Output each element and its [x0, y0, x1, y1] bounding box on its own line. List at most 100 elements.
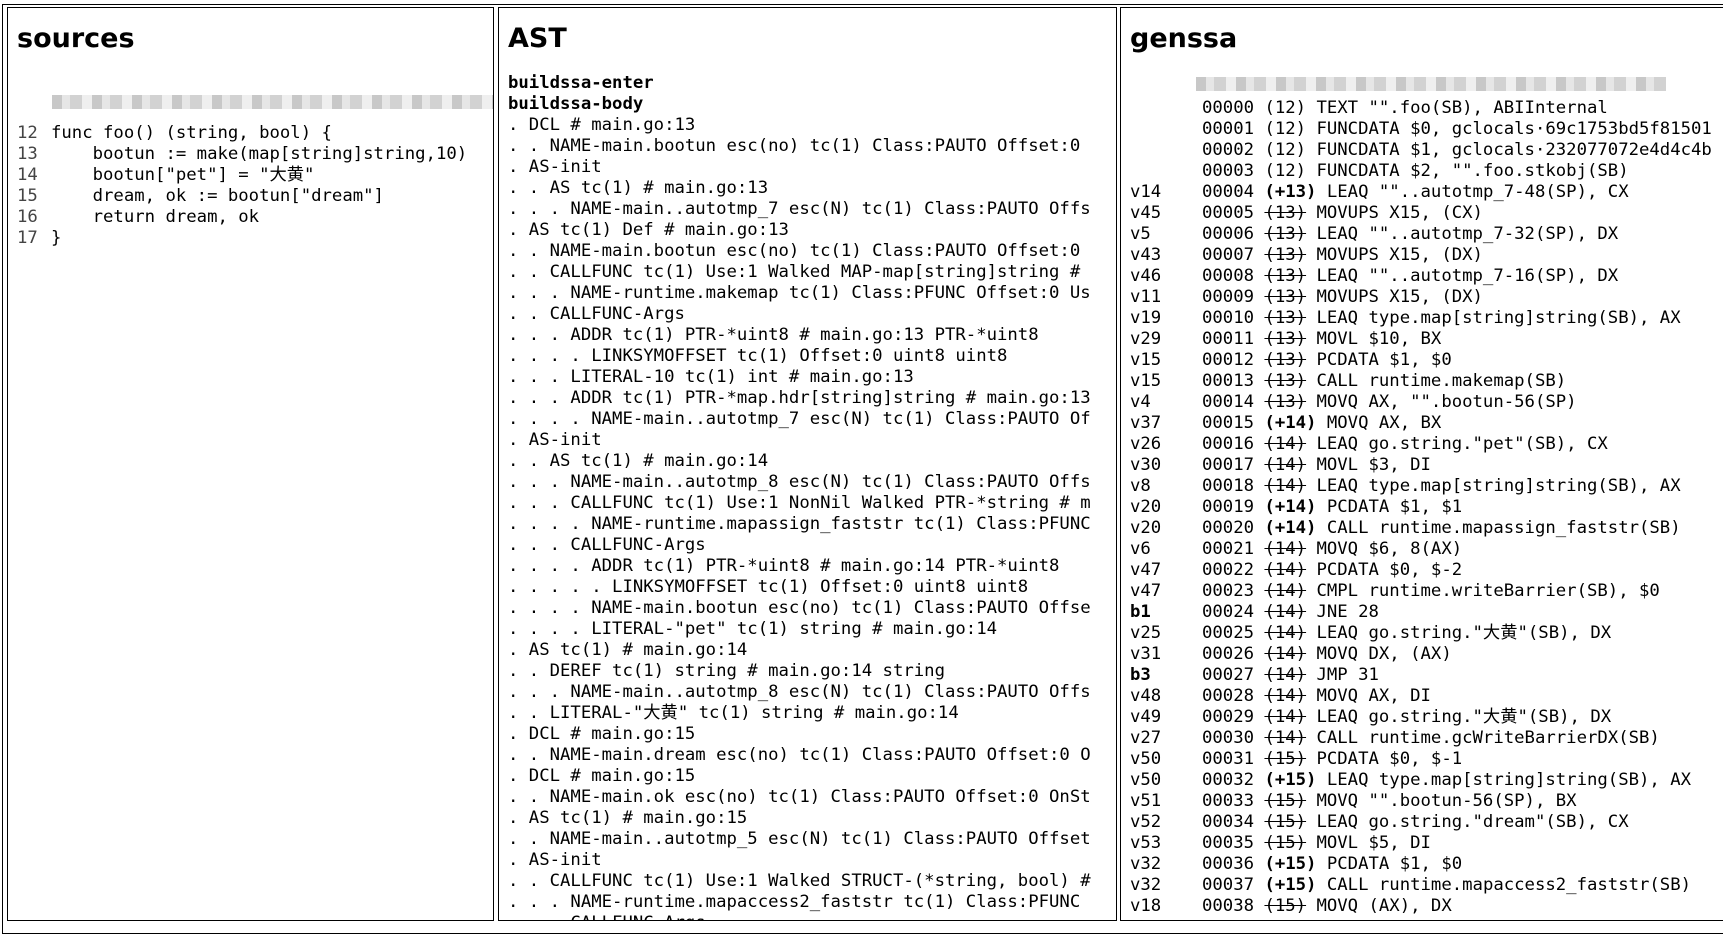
position-number: (14) — [1264, 476, 1307, 496]
instruction-address: 00027 — [1202, 665, 1255, 685]
instruction-address: 00003 — [1202, 161, 1255, 181]
genssa-line: v20 00019 (+14) PCDATA $1, $1 — [1130, 497, 1712, 518]
instruction-address: 00038 — [1202, 896, 1255, 916]
instruction-text: LEAQ go.string."dream"(SB), CX — [1316, 812, 1629, 832]
instruction-text: MOVQ DX, (AX) — [1316, 644, 1452, 664]
ast-line: . . . CALLFUNC-Args — [508, 913, 1091, 920]
source-position: (14) — [1264, 602, 1306, 622]
instruction-text: CALL runtime.gcWriteBarrierDX(SB) — [1316, 728, 1660, 748]
source-position: (13) — [1264, 245, 1306, 265]
instruction-address: 00006 — [1202, 224, 1255, 244]
position-number: (+15) — [1264, 875, 1317, 895]
position-number: (+15) — [1264, 770, 1317, 790]
ast-line: . . . NAME-runtime.mapaccess2_faststr tc… — [508, 892, 1081, 912]
source-position: (14) — [1264, 455, 1306, 475]
instruction-text: CALL runtime.mapaccess2_faststr(SB) — [1326, 875, 1692, 895]
instruction-address: 00019 — [1202, 497, 1255, 517]
source-position: (13) — [1264, 203, 1306, 223]
instruction-address: 00002 — [1202, 140, 1255, 160]
instruction-text: TEXT "".foo(SB), ABIInternal — [1316, 98, 1608, 118]
source-position: (+14) — [1264, 413, 1316, 433]
instruction-text: PCDATA $0, $-2 — [1316, 560, 1463, 580]
instruction-text: MOVUPS X15, (CX) — [1316, 203, 1483, 223]
line-text: bootun := make(map[string]string,10) — [51, 144, 468, 164]
ast-line: . . CALLFUNC tc(1) Use:1 Walked MAP-map[… — [508, 262, 1081, 282]
ast-header: buildssa-enter — [508, 73, 654, 93]
instruction-address: 00035 — [1202, 833, 1255, 853]
instruction-text: LEAQ go.string."大黄"(SB), DX — [1316, 707, 1612, 727]
instruction-text: CMPL runtime.writeBarrier(SB), $0 — [1316, 581, 1660, 601]
ast-line: . . . . NAME-main..autotmp_7 esc(N) tc(1… — [508, 409, 1091, 429]
value-id: v32 — [1130, 875, 1162, 895]
value-id: v20 — [1130, 497, 1162, 517]
source-position: (12) — [1264, 98, 1306, 118]
source-line: 17} — [17, 228, 467, 249]
instruction-text: LEAQ go.string."pet"(SB), CX — [1316, 434, 1608, 454]
ast-line: . . . . LITERAL-"pet" tc(1) string # mai… — [508, 619, 997, 639]
blurred-header — [1196, 77, 1666, 91]
line-text: return dream, ok — [51, 207, 260, 227]
genssa-line: v20 00020 (+14) CALL runtime.mapassign_fa… — [1130, 518, 1712, 539]
position-number: (+13) — [1264, 182, 1317, 202]
source-position: (+14) — [1264, 518, 1316, 538]
genssa-line: v37 00015 (+14) MOVQ AX, BX — [1130, 413, 1712, 434]
instruction-address: 00011 — [1202, 329, 1255, 349]
value-id: v50 — [1130, 770, 1162, 790]
genssa-line: 00002 (12) FUNCDATA $1, gclocals·2320770… — [1130, 140, 1712, 161]
ast-code: buildssa-enter buildssa-body. DCL # main.… — [508, 73, 1091, 920]
source-line: 16 return dream, ok — [17, 207, 467, 228]
genssa-line: v30 00017 (14) MOVL $3, DI — [1130, 455, 1712, 476]
value-id: v27 — [1130, 728, 1162, 748]
source-position: (15) — [1264, 833, 1306, 853]
ast-line: . . NAME-main..autotmp_5 esc(N) tc(1) Cl… — [508, 829, 1091, 849]
genssa-line: v29 00011 (13) MOVL $10, BX — [1130, 329, 1712, 350]
instruction-address: 00013 — [1202, 371, 1255, 391]
ast-line: . DCL # main.go:13 — [508, 115, 696, 135]
value-id: v20 — [1130, 518, 1162, 538]
source-position: (+15) — [1264, 854, 1316, 874]
genssa-line: 00001 (12) FUNCDATA $0, gclocals·69c1753… — [1130, 119, 1712, 140]
instruction-address: 00022 — [1202, 560, 1255, 580]
instruction-address: 00037 — [1202, 875, 1255, 895]
position-number: (12) — [1264, 161, 1307, 181]
source-position: (13) — [1264, 266, 1306, 286]
source-position: (15) — [1264, 791, 1306, 811]
instruction-text: LEAQ type.map[string]string(SB), AX — [1316, 476, 1681, 496]
instruction-address: 00007 — [1202, 245, 1255, 265]
value-id: v52 — [1130, 812, 1162, 832]
position-number: (14) — [1264, 434, 1307, 454]
instruction-text: MOVQ AX, BX — [1326, 413, 1442, 433]
ast-line: . . AS tc(1) # main.go:13 — [508, 178, 769, 198]
instruction-address: 00034 — [1202, 812, 1255, 832]
source-position: (12) — [1264, 161, 1306, 181]
value-id: v15 — [1130, 350, 1162, 370]
position-number: (14) — [1264, 623, 1307, 643]
instruction-text: MOVQ "".bootun-56(SP), BX — [1316, 791, 1577, 811]
position-number: (+14) — [1264, 518, 1317, 538]
ast-line: . . . NAME-runtime.makemap tc(1) Class:P… — [508, 283, 1091, 303]
source-position: (14) — [1264, 539, 1306, 559]
instruction-text: PCDATA $0, $-1 — [1316, 749, 1463, 769]
ast-line: . AS-init — [508, 157, 602, 177]
line-number: 16 — [17, 207, 38, 227]
value-id: v18 — [1130, 896, 1162, 916]
genssa-line: v53 00035 (15) MOVL $5, DI — [1130, 833, 1712, 854]
instruction-address: 00018 — [1202, 476, 1255, 496]
instruction-text: MOVQ AX, "".bootun-56(SP) — [1316, 392, 1577, 412]
ast-line: . . . . NAME-runtime.mapassign_faststr t… — [508, 514, 1091, 534]
genssa-line: v25 00025 (14) LEAQ go.string."大黄"(SB), D… — [1130, 623, 1712, 644]
instruction-address: 00036 — [1202, 854, 1255, 874]
ast-line: . . CALLFUNC-Args — [508, 304, 685, 324]
genssa-line: v49 00029 (14) LEAQ go.string."大黄"(SB), D… — [1130, 707, 1712, 728]
source-position: (14) — [1264, 686, 1306, 706]
source-line: 12 func foo() (string, bool) { — [17, 123, 467, 144]
instruction-text: MOVL $10, BX — [1316, 329, 1442, 349]
source-position: (15) — [1264, 749, 1306, 769]
line-number: 15 — [17, 186, 38, 206]
value-id: v15 — [1130, 371, 1162, 391]
instruction-address: 00020 — [1202, 518, 1255, 538]
instruction-address: 00026 — [1202, 644, 1255, 664]
genssa-line: v5 00006 (13) LEAQ ""..autotmp_7-32(SP), … — [1130, 224, 1712, 245]
instruction-address: 00005 — [1202, 203, 1255, 223]
instruction-address: 00024 — [1202, 602, 1255, 622]
